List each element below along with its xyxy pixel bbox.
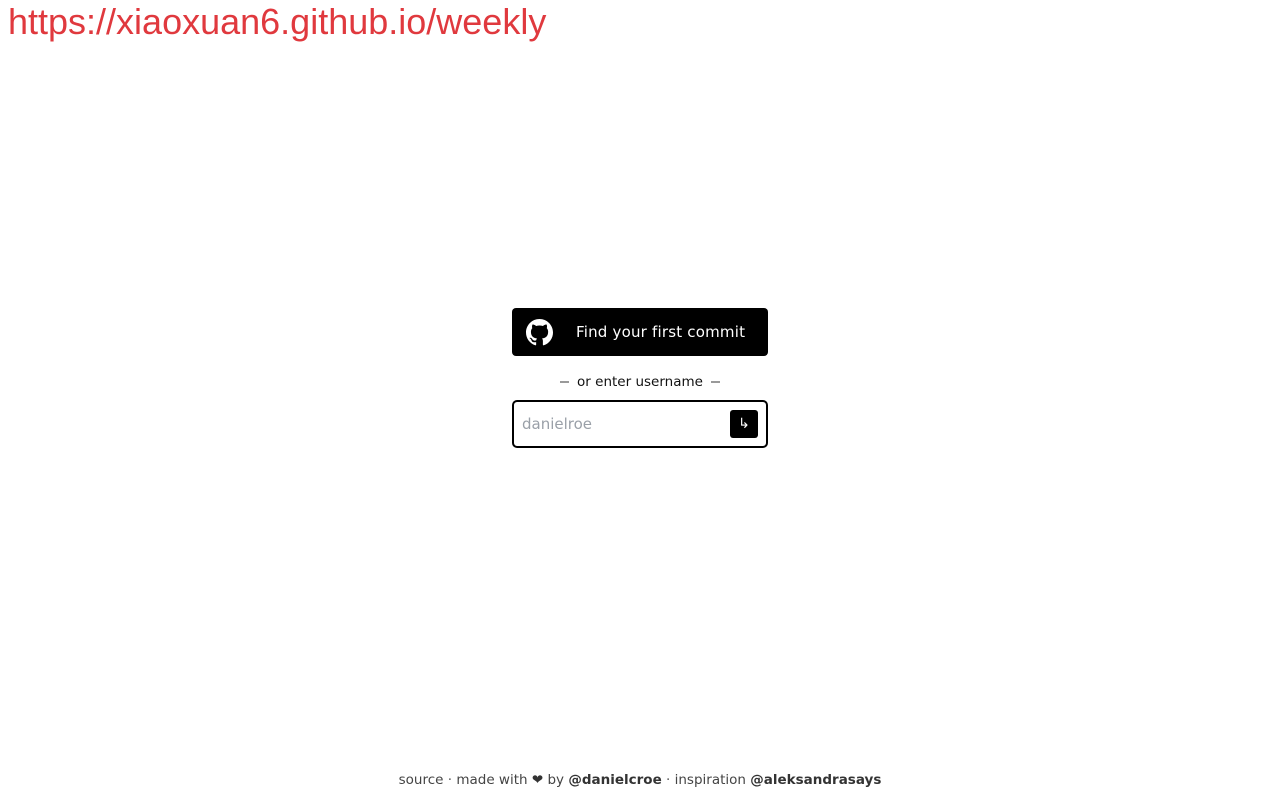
username-form: ↳ [512,400,768,448]
username-input[interactable] [514,402,724,446]
footer-separator: · [661,772,675,788]
submit-button[interactable]: ↳ [730,410,758,438]
inspiration-text: inspiration [674,772,751,788]
heart-icon: ❤ [531,772,544,788]
inspiration-link[interactable]: @aleksandrasays [750,772,881,788]
divider-text: or enter username [577,374,703,390]
made-with-text: made with [456,772,532,788]
divider-dash-left [560,381,570,383]
divider-dash-right [710,381,720,383]
login-panel: Find your first commit or enter username… [512,308,768,448]
author-link[interactable]: @danielcroe [568,772,661,788]
by-text: by [543,772,569,788]
github-button-label: Find your first commit [576,323,746,341]
footer: source · made with ❤ by @danielcroe · in… [0,772,1280,788]
footer-separator: · [443,772,457,788]
or-divider: or enter username [512,374,768,390]
watermark-url: https://xiaoxuan6.github.io/weekly [8,1,547,42]
return-arrow-icon: ↳ [738,416,750,432]
github-icon [526,318,553,346]
source-link[interactable]: source [399,772,444,788]
github-login-button[interactable]: Find your first commit [512,308,768,356]
